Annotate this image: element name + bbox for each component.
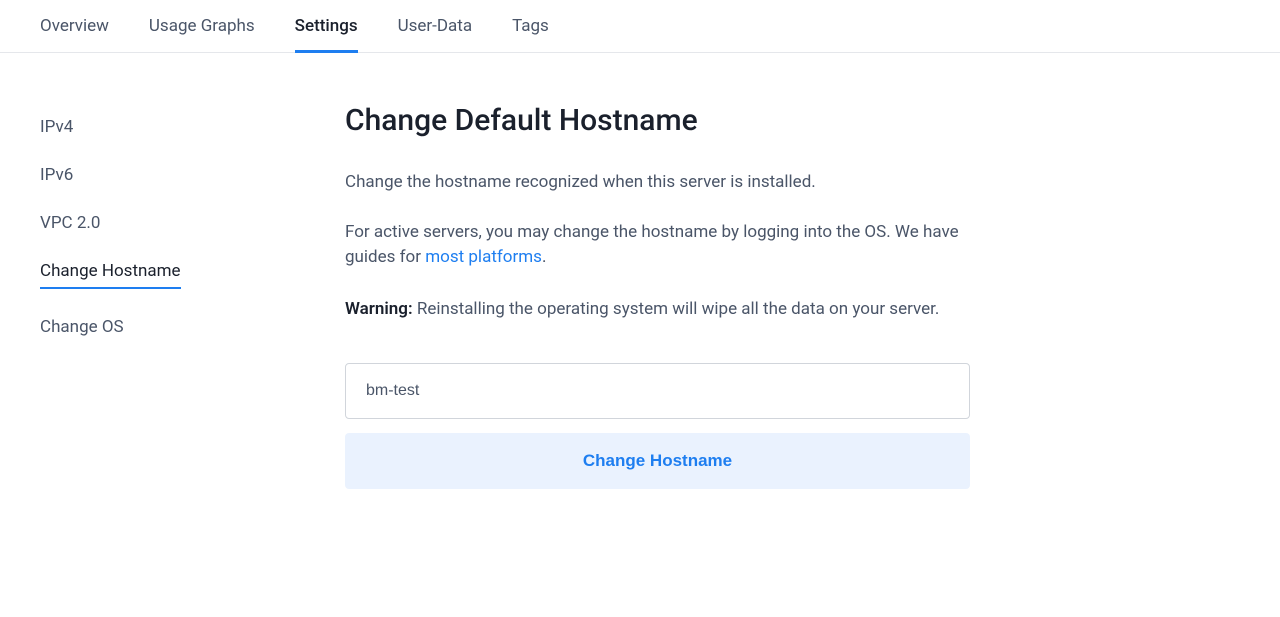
settings-sidebar: IPv4 IPv6 VPC 2.0 Change Hostname Change… bbox=[40, 103, 310, 489]
content-area: IPv4 IPv6 VPC 2.0 Change Hostname Change… bbox=[0, 53, 1280, 539]
warning-paragraph: Warning: Reinstalling the operating syst… bbox=[345, 295, 970, 324]
sidebar-item-change-os[interactable]: Change OS bbox=[40, 303, 310, 351]
tab-usage-graphs[interactable]: Usage Graphs bbox=[149, 16, 255, 52]
warning-body: Reinstalling the operating system will w… bbox=[413, 299, 940, 319]
warning-label: Warning: bbox=[345, 299, 413, 319]
sidebar-item-change-hostname[interactable]: Change Hostname bbox=[40, 247, 310, 303]
most-platforms-link[interactable]: most platforms bbox=[425, 247, 542, 267]
sidebar-item-label: VPC 2.0 bbox=[40, 213, 100, 233]
tab-tags[interactable]: Tags bbox=[512, 16, 549, 52]
sidebar-item-label: IPv6 bbox=[40, 165, 73, 185]
sidebar-item-label: IPv4 bbox=[40, 117, 73, 137]
description-2-suffix: . bbox=[542, 247, 546, 267]
sidebar-item-ipv6[interactable]: IPv6 bbox=[40, 151, 310, 199]
main-panel: Change Default Hostname Change the hostn… bbox=[310, 103, 970, 489]
sidebar-item-vpc[interactable]: VPC 2.0 bbox=[40, 199, 310, 247]
sidebar-item-ipv4[interactable]: IPv4 bbox=[40, 103, 310, 151]
change-hostname-button[interactable]: Change Hostname bbox=[345, 433, 970, 489]
tab-settings[interactable]: Settings bbox=[295, 16, 358, 52]
page-title: Change Default Hostname bbox=[345, 103, 970, 138]
top-tabs: Overview Usage Graphs Settings User-Data… bbox=[0, 0, 1280, 53]
description-line-1: Change the hostname recognized when this… bbox=[345, 170, 970, 196]
description-line-2: For active servers, you may change the h… bbox=[345, 220, 970, 271]
sidebar-item-label: Change OS bbox=[40, 317, 124, 337]
sidebar-item-label: Change Hostname bbox=[40, 261, 181, 289]
tab-user-data[interactable]: User-Data bbox=[398, 16, 472, 52]
hostname-input[interactable] bbox=[345, 363, 970, 419]
tab-overview[interactable]: Overview bbox=[40, 16, 109, 52]
